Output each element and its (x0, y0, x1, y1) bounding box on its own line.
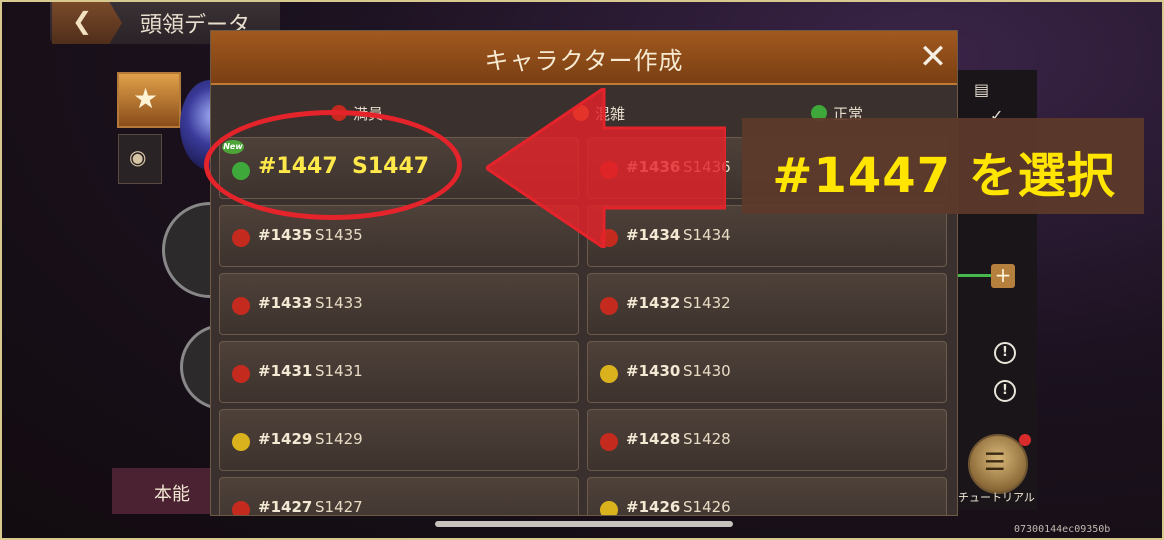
callout-text: #1447 を選択 (772, 148, 1116, 204)
server-id: #1433 (258, 294, 313, 312)
server-id: #1428 (626, 430, 681, 448)
server-status-dot (600, 501, 618, 515)
server-status-dot (232, 229, 250, 247)
back-button[interactable]: ❮ (52, 2, 122, 44)
wolf-emblem-icon[interactable]: ★ (117, 72, 181, 128)
server-status-dot (232, 297, 250, 315)
server-status-dot (600, 297, 618, 315)
instinct-tab-label: 本能 (154, 484, 190, 505)
server-status-dot (232, 365, 250, 383)
game-screen: ❮ 頭領データ ★ ◉ 本能 ▤ ✓ + ! ! ☰ チュートリアル 07300… (0, 0, 1164, 540)
server-button[interactable]: #1426 S1426 (587, 477, 947, 515)
server-name: S1433 (315, 294, 363, 312)
instinct-tab[interactable]: 本能 (112, 468, 220, 514)
book-icon: ☰ (984, 448, 1006, 476)
server-status-dot (232, 433, 250, 451)
server-id: #1431 (258, 362, 313, 380)
server-name: S1426 (683, 498, 731, 515)
alert-icon[interactable]: ! (994, 380, 1016, 402)
server-name: S1435 (315, 226, 363, 244)
modal-header: キャラクター作成 ✕ (211, 31, 957, 85)
server-button[interactable]: #1430 S1430 (587, 341, 947, 403)
server-status-dot (600, 433, 618, 451)
notification-dot (1019, 434, 1031, 446)
server-button[interactable]: #1432 S1432 (587, 273, 947, 335)
server-button[interactable]: #1431 S1431 (219, 341, 579, 403)
close-icon[interactable]: ✕ (913, 37, 953, 77)
server-name: S1427 (315, 498, 363, 515)
callout-box: #1447 を選択 (742, 118, 1144, 214)
server-id: #1432 (626, 294, 681, 312)
server-name: S1432 (683, 294, 731, 312)
wolf-badge-icon[interactable]: ◉ (118, 134, 162, 184)
server-button[interactable]: #1433 S1433 (219, 273, 579, 335)
tutorial-label: チュートリアル (958, 491, 1035, 504)
server-id: #1426 (626, 498, 681, 515)
version-code: 07300144ec09350b (1014, 524, 1111, 535)
highlight-ellipse (204, 110, 462, 220)
server-status-dot (600, 365, 618, 383)
server-id: #1435 (258, 226, 313, 244)
server-button[interactable]: #1429 S1429 (219, 409, 579, 471)
alert-icon[interactable]: ! (994, 342, 1016, 364)
progress-line (957, 274, 991, 277)
plus-button[interactable]: + (991, 264, 1015, 288)
home-indicator[interactable] (435, 521, 733, 527)
server-name: S1428 (683, 430, 731, 448)
pointer-arrow (486, 88, 726, 248)
back-arrow-icon: ❮ (72, 7, 93, 35)
server-name: S1430 (683, 362, 731, 380)
server-name: S1429 (315, 430, 363, 448)
server-button[interactable]: #1428 S1428 (587, 409, 947, 471)
server-id: #1427 (258, 498, 313, 515)
modal-title: キャラクター作成 (484, 47, 684, 75)
info-icon[interactable]: ▤ (974, 80, 989, 99)
server-id: #1430 (626, 362, 681, 380)
server-name: S1431 (315, 362, 363, 380)
server-id: #1429 (258, 430, 313, 448)
server-button[interactable]: #1427 S1427 (219, 477, 579, 515)
server-status-dot (232, 501, 250, 515)
